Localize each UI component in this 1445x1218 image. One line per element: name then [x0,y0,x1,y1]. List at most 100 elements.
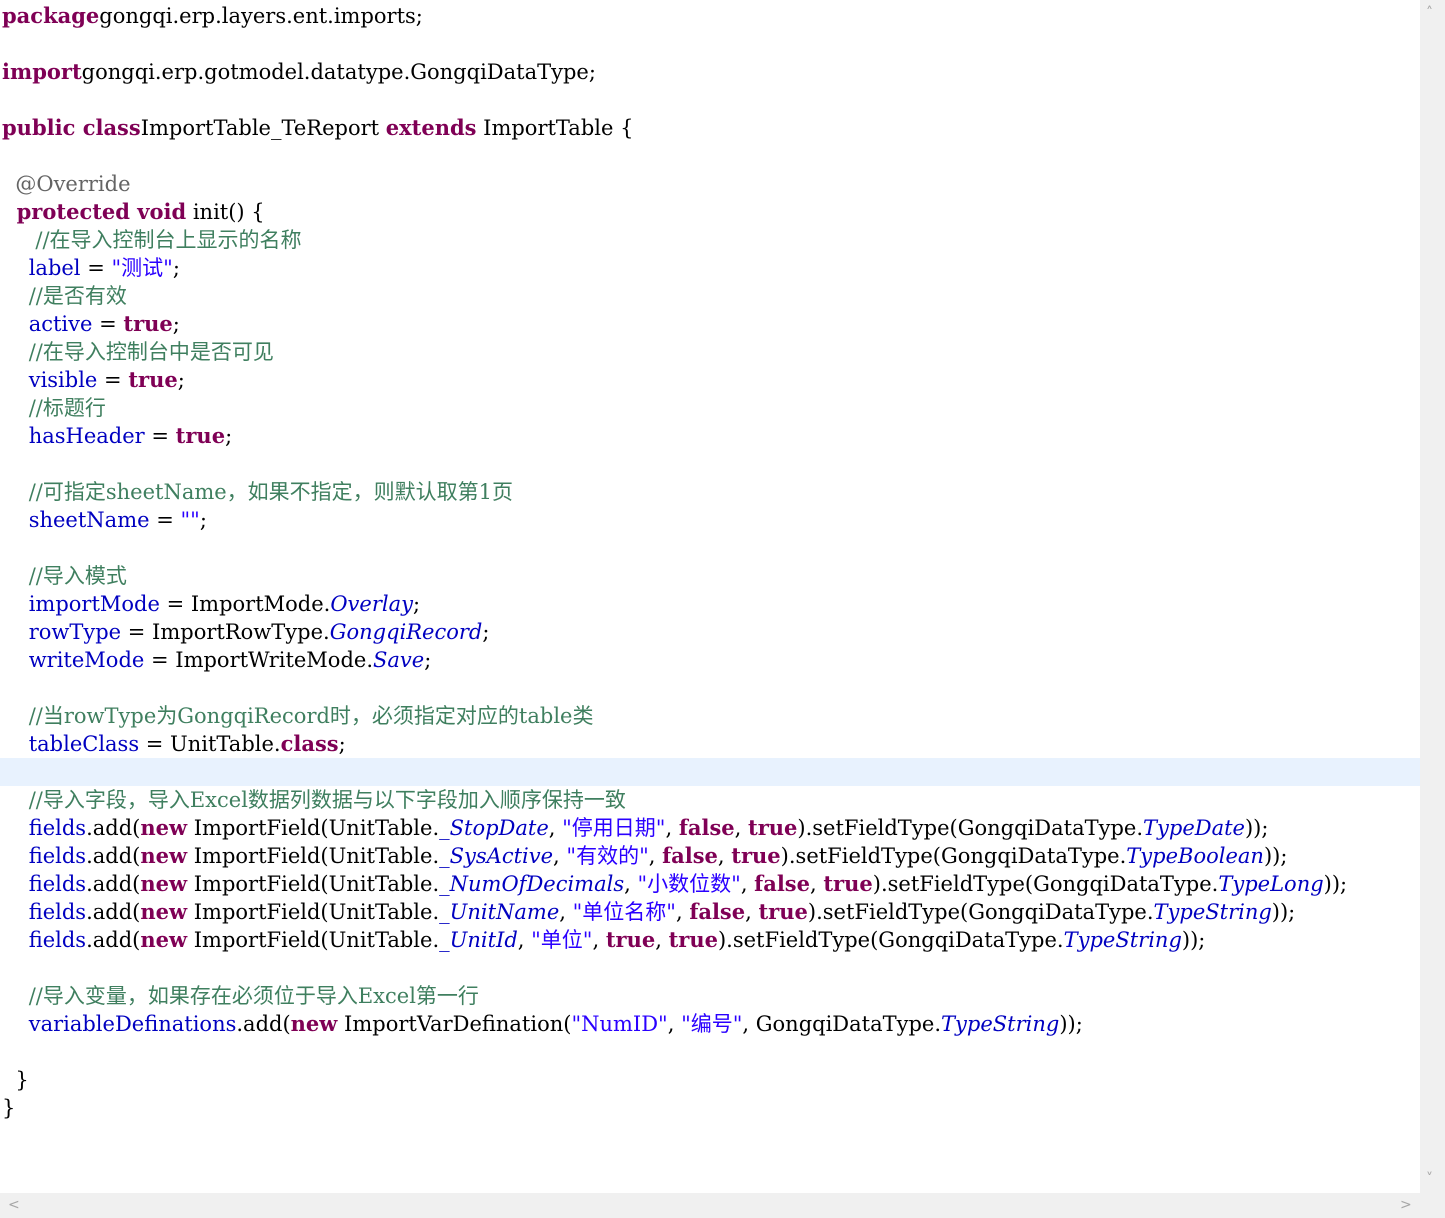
code-line[interactable]: protected void init() { [0,198,1420,226]
code-line[interactable]: fields.add(new ImportField(UnitTable._Un… [0,926,1420,954]
code-token: class [280,731,339,756]
code-token: new [140,927,188,952]
code-token: } [2,1096,16,1120]
code-line[interactable]: } [0,1094,1420,1122]
code-line[interactable]: //标题行 [0,394,1420,422]
code-line[interactable]: visible = true; [0,366,1420,394]
code-token: "单位名称" [572,900,676,924]
code-line[interactable]: //导入字段，导入Excel数据列数据与以下字段加入顺序保持一致 [0,786,1420,814]
code-token: .add( [86,816,141,840]
code-line[interactable] [0,954,1420,982]
code-line[interactable]: //在导入控制台中是否可见 [0,338,1420,366]
code-token: , GongqiDataType. [742,1012,942,1036]
scroll-up-arrow-icon[interactable]: ˄ [1426,6,1433,20]
vertical-scrollbar[interactable]: ˄ ˅ [1420,0,1445,1193]
code-token: ; [225,424,233,448]
code-line[interactable]: //导入变量，如果存在必须位于导入Excel第一行 [0,982,1420,1010]
code-token: = ImportWriteMode. [144,648,374,672]
code-line[interactable]: fields.add(new ImportField(UnitTable._St… [0,814,1420,842]
scroll-right-arrow-icon[interactable]: > [1400,1198,1412,1212]
code-token: = ImportRowType. [121,620,330,644]
code-line[interactable]: //导入模式 [0,562,1420,590]
code-token: GongqiRecord [329,620,483,644]
code-token: false [662,843,718,868]
code-token: new [140,815,188,840]
code-token: , [553,844,567,868]
code-line[interactable]: fields.add(new ImportField(UnitTable._Sy… [0,842,1420,870]
code-line[interactable] [0,1038,1420,1066]
code-token: fields [28,872,87,896]
code-line[interactable]: fields.add(new ImportField(UnitTable._Nu… [0,870,1420,898]
code-line[interactable]: variableDefinations.add(new ImportVarDef… [0,1010,1420,1038]
code-line[interactable] [0,674,1420,702]
code-token: TypeString [1063,928,1182,952]
code-token: variableDefinations [28,1012,237,1036]
code-token: true [731,843,781,868]
horizontal-scrollbar[interactable]: < > [0,1193,1420,1218]
code-line[interactable]: //是否有效 [0,282,1420,310]
code-line[interactable]: @Override [0,170,1420,198]
code-token: true [748,815,798,840]
code-editor[interactable]: packagegongqi.erp.layers.ent.imports; imp… [0,0,1420,1193]
code-line[interactable] [0,30,1420,58]
code-line[interactable]: //可指定sheetName，如果不指定，则默认取第1页 [0,478,1420,506]
code-line[interactable] [0,86,1420,114]
code-token: , [745,900,759,924]
code-token: @Override [2,172,131,196]
code-token: writeMode [28,648,145,672]
code-token: )); [1181,928,1206,952]
code-line[interactable]: } [0,1066,1420,1094]
code-token: "编号" [681,1012,743,1036]
code-token: "NumID" [571,1012,668,1036]
code-token: , [740,872,755,896]
code-line[interactable]: //在导入控制台上显示的名称 [0,226,1420,254]
code-token: _NumOfDecimals [439,872,625,896]
code-line[interactable]: public classImportTable_TeReport extends… [0,114,1420,142]
code-line[interactable]: writeMode = ImportWriteMode.Save; [0,646,1420,674]
code-token: )); [1271,900,1296,924]
code-token: .add( [86,844,141,868]
code-token: .add( [236,1012,291,1036]
code-line[interactable]: tableClass = UnitTable.class; [0,730,1420,758]
code-token: init() { [186,200,265,224]
code-line[interactable]: packagegongqi.erp.layers.ent.imports; [0,2,1420,30]
code-token: gongqi.erp.layers.ent.imports; [99,4,423,28]
code-token: = [80,256,112,280]
code-line[interactable] [0,758,1420,786]
code-token: true [128,367,178,392]
code-token: fields [28,928,87,952]
code-token: ; [199,508,207,532]
code-token: , [548,816,563,840]
code-token: Overlay [330,592,413,616]
code-token: _StopDate [439,816,549,840]
code-line[interactable]: fields.add(new ImportField(UnitTable._Un… [0,898,1420,926]
code-line[interactable] [0,450,1420,478]
code-token: , [624,872,638,896]
code-token: false [754,871,810,896]
code-line[interactable]: hasHeader = true; [0,422,1420,450]
scrollbar-corner [1420,1193,1445,1218]
code-line[interactable]: importgongqi.erp.gotmodel.datatype.Gongq… [0,58,1420,86]
code-token: , [648,844,663,868]
scroll-left-arrow-icon[interactable]: < [8,1198,20,1212]
code-line[interactable] [0,142,1420,170]
code-token: ).setFieldType(GongqiDataType. [717,928,1064,952]
code-token: fields [28,844,87,868]
code-line[interactable]: label = "测试"; [0,254,1420,282]
code-token: hasHeader [28,424,145,448]
code-token: false [689,899,746,924]
code-token: ; [338,732,346,756]
code-line[interactable]: active = true; [0,310,1420,338]
code-line[interactable]: importMode = ImportMode.Overlay; [0,590,1420,618]
code-line[interactable]: sheetName = ""; [0,506,1420,534]
code-line[interactable]: rowType = ImportRowType.GongqiRecord; [0,618,1420,646]
code-token: ImportField(UnitTable. [187,816,440,840]
code-token: Save [373,648,425,672]
code-line[interactable]: //当rowType为GongqiRecord时，必须指定对应的table类 [0,702,1420,730]
code-token: , [809,872,824,896]
scroll-down-arrow-icon[interactable]: ˅ [1426,1172,1433,1186]
code-line[interactable] [0,534,1420,562]
